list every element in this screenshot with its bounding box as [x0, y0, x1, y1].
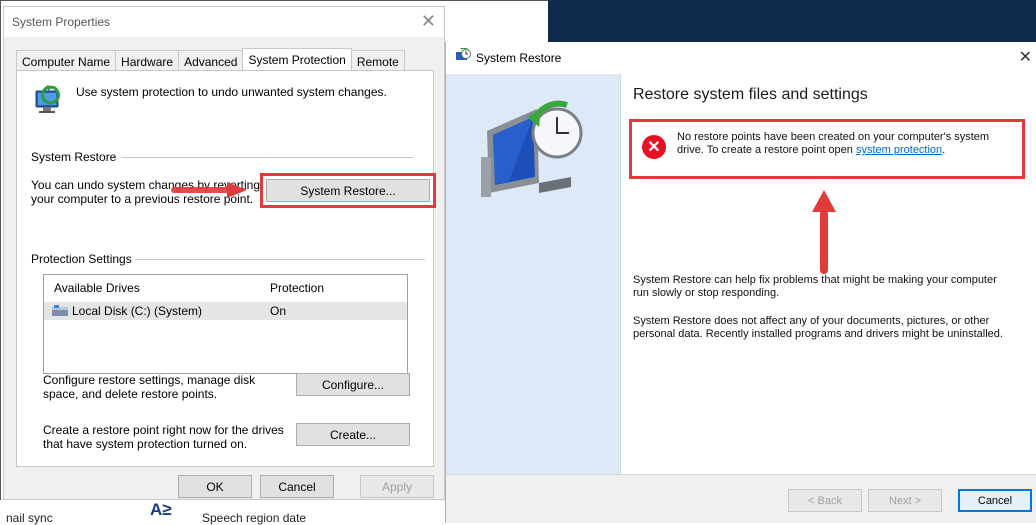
- tab-advanced[interactable]: Advanced: [178, 50, 244, 70]
- system-restore-button[interactable]: System Restore...: [266, 179, 430, 202]
- table-row[interactable]: Local Disk (C:) (System) On: [44, 302, 407, 320]
- tab-hardware[interactable]: Hardware: [115, 50, 180, 70]
- configure-description: Configure restore settings, manage disk …: [43, 373, 256, 401]
- next-button[interactable]: Next >: [868, 489, 942, 512]
- system-restore-window: System Restore ✕ Restore system files an…: [445, 42, 1036, 523]
- page-title: Restore system files and settings: [633, 86, 868, 103]
- drives-list[interactable]: Available Drives Protection Local Disk (…: [43, 274, 408, 374]
- divider: [121, 157, 413, 158]
- close-icon[interactable]: ✕: [421, 11, 436, 32]
- language-icon: A≥: [150, 500, 172, 519]
- create-description: Create a restore point right now for the…: [43, 423, 284, 451]
- system-protection-icon: [35, 85, 60, 113]
- apply-button[interactable]: Apply: [360, 475, 434, 498]
- drive-protection-status: On: [270, 304, 287, 318]
- protection-settings-heading: Protection Settings: [31, 252, 132, 266]
- cancel-button[interactable]: Cancel: [260, 475, 334, 498]
- system-restore-icon: [456, 48, 471, 60]
- system-properties-titlebar: System Properties ✕: [4, 7, 444, 37]
- info-paragraph-2: System Restore does not affect any of yo…: [633, 315, 1003, 340]
- annotation-arrow-right: [171, 182, 247, 198]
- annotation-arrow-up: [812, 190, 836, 274]
- info-paragraph-1: System Restore can help fix problems tha…: [633, 274, 997, 299]
- wizard-sidebar: [446, 74, 621, 474]
- window-title: System Properties: [12, 15, 111, 29]
- cancel-button[interactable]: Cancel: [958, 489, 1032, 512]
- system-protection-link[interactable]: system protection: [856, 144, 942, 156]
- error-message: No restore points have been created on y…: [677, 131, 1017, 157]
- system-protection-page: Use system protection to undo unwanted s…: [16, 70, 436, 467]
- tab-remote[interactable]: Remote: [350, 50, 405, 70]
- configure-button[interactable]: Configure...: [296, 373, 410, 396]
- drive-icon: [52, 305, 68, 316]
- tab-computer-name[interactable]: Computer Name: [16, 50, 117, 70]
- intro-text: Use system protection to undo unwanted s…: [76, 85, 387, 99]
- ok-button[interactable]: OK: [178, 475, 252, 498]
- error-icon: ✕: [642, 135, 666, 159]
- back-button[interactable]: < Back: [788, 489, 862, 512]
- create-button[interactable]: Create...: [296, 423, 410, 446]
- error-text-end: .: [942, 144, 946, 156]
- close-icon[interactable]: ✕: [1019, 47, 1032, 67]
- system-restore-titlebar: System Restore ✕: [446, 42, 1036, 74]
- desktop-background: [548, 0, 1036, 42]
- annotation-highlight-box: ✕ No restore points have been created on…: [629, 119, 1025, 179]
- window-title: System Restore: [476, 51, 562, 65]
- column-header-protection[interactable]: Protection: [270, 281, 324, 295]
- computer-restore-illustration: [481, 100, 583, 197]
- system-properties-window: System Properties ✕ Computer Name Hardwa…: [3, 6, 445, 500]
- drive-name: Local Disk (C:) (System): [72, 304, 203, 318]
- system-restore-heading: System Restore: [31, 150, 117, 164]
- divider: [135, 259, 425, 260]
- column-header-drives[interactable]: Available Drives: [54, 281, 140, 295]
- wizard-footer: < Back Next > Cancel: [446, 474, 1036, 523]
- tab-system-protection[interactable]: System Protection: [242, 48, 352, 70]
- tab-strip: Computer Name Hardware Advanced System P…: [16, 48, 405, 70]
